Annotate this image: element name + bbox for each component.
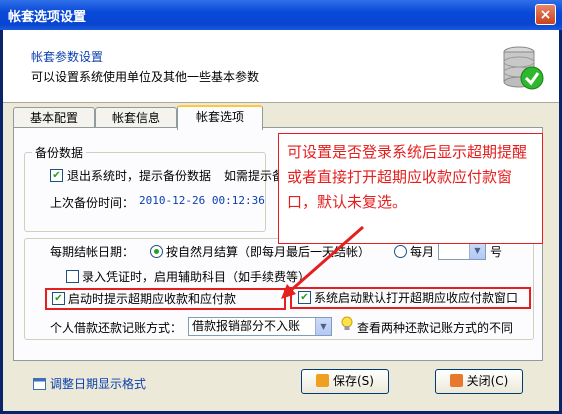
annotation-arrow (281, 225, 364, 299)
close-button[interactable]: 关闭(C) (435, 369, 523, 394)
close-label: 关闭(C) (466, 374, 509, 388)
save-button[interactable]: 保存(S) (301, 369, 389, 394)
close-icon (449, 374, 463, 387)
tab-account-options[interactable]: 帐套选项 (177, 105, 263, 130)
calendar-icon (33, 378, 46, 390)
dialog-client: 帐套参数设置 可以设置系统使用单位及其他一些基本参数 基本配置 帐套信息 帐套选… (3, 30, 559, 411)
save-label: 保存(S) (333, 374, 374, 388)
title-bar[interactable]: 帐套选项设置 × (0, 0, 562, 30)
date-format-label: 调整日期显示格式 (50, 377, 147, 391)
save-icon (316, 374, 329, 387)
date-format-link[interactable]: 调整日期显示格式 (33, 375, 146, 392)
dialog-window: 帐套选项设置 × 帐套参数设置 可以设置系统使用单位及其他一些基本参数 基本配置… (0, 0, 562, 414)
window-title: 帐套选项设置 (8, 10, 87, 25)
close-window-button[interactable]: × (535, 4, 556, 25)
